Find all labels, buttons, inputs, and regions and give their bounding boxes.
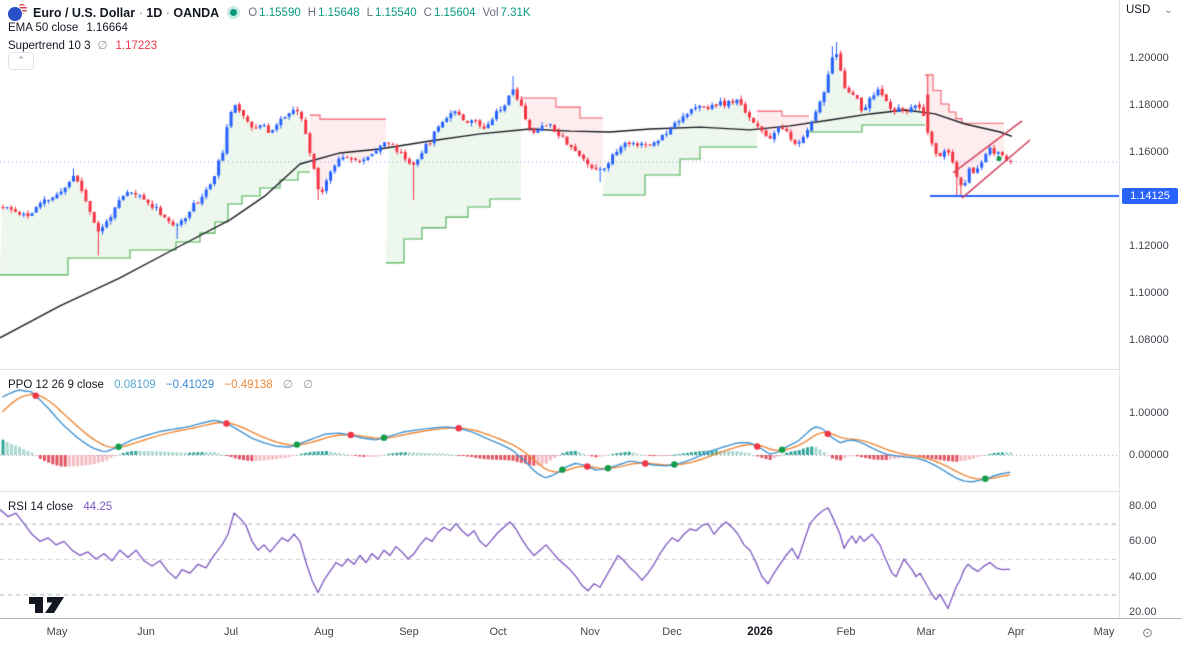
ema-legend-row[interactable]: EMA 50 close 1.16664 <box>8 22 128 34</box>
currency-selector[interactable]: USD ⌄ <box>1126 4 1173 16</box>
rsi-label: RSI 14 close <box>8 501 73 513</box>
price-axis[interactable]: 1.20000 1.18000 1.16000 1.12000 1.10000 1.080… <box>1119 0 1182 618</box>
tradingview-logo[interactable] <box>28 594 74 621</box>
low-value: 1.15540 <box>375 7 417 19</box>
price-axis-label: 1.18000 <box>1129 99 1169 112</box>
rsi-axis-label: 80.00 <box>1129 500 1157 513</box>
collapse-legend-button[interactable]: ⌃ <box>8 52 34 70</box>
price-axis-label: 1.20000 <box>1129 52 1169 65</box>
currency-label: USD <box>1126 4 1150 16</box>
currency-pair-icon <box>8 4 27 21</box>
price-axis-label: 1.10000 <box>1129 287 1169 300</box>
rsi-axis-label: 40.00 <box>1129 571 1157 584</box>
month-label: Mar <box>917 626 936 638</box>
open-value: 1.15590 <box>259 7 301 19</box>
rsi-legend-row[interactable]: RSI 14 close 44.25 <box>8 501 112 513</box>
ppo-axis-label: 1.00000 <box>1129 407 1169 420</box>
ppo-label: PPO 12 26 9 close <box>8 379 104 391</box>
ohlc-values: O1.15590 H1.15648 L1.15540 C1.15604 Vol7… <box>248 7 535 19</box>
symbol-title[interactable]: Euro / U.S. Dollar · 1D · OANDA <box>33 6 219 20</box>
supertrend-label: Supertrend 10 3 <box>8 40 90 52</box>
ppo-axis-label: 0.00000 <box>1129 449 1169 462</box>
month-label: Nov <box>580 626 600 638</box>
empty-value-icon: ∅ <box>283 379 293 391</box>
supertrend-legend-row[interactable]: Supertrend 10 3 ∅ 1.17223 <box>8 38 157 52</box>
close-value: 1.15604 <box>434 7 476 19</box>
empty-value-icon: ∅ <box>303 379 313 391</box>
month-label: Jun <box>137 626 155 638</box>
month-label: Aug <box>314 626 334 638</box>
ppo-legend-row[interactable]: PPO 12 26 9 close 0.08109 −0.41029 −0.49… <box>8 377 313 391</box>
volume-value: 7.31K <box>501 7 531 19</box>
price-axis-label: 1.08000 <box>1129 334 1169 347</box>
pane-separator[interactable] <box>0 491 1182 492</box>
ppo-hist-value: 0.08109 <box>114 379 156 391</box>
month-label: Jul <box>224 626 238 638</box>
price-axis-active-label: 1.14125 <box>1122 188 1178 204</box>
month-label: Sep <box>399 626 419 638</box>
symbol-legend[interactable]: Euro / U.S. Dollar · 1D · OANDA O1.15590… <box>8 4 536 21</box>
chevron-up-icon: ⌃ <box>17 55 25 65</box>
rsi-value: 44.25 <box>83 501 112 513</box>
tradingview-logo-icon <box>28 594 74 616</box>
ema-value: 1.16664 <box>86 22 128 34</box>
high-value: 1.15648 <box>318 7 360 19</box>
ema-label: EMA 50 close <box>8 22 78 34</box>
chevron-down-icon: ⌄ <box>1164 5 1172 16</box>
supertrend-value: 1.17223 <box>116 40 158 52</box>
price-axis-label: 1.16000 <box>1129 146 1169 159</box>
timezone-settings-icon[interactable]: ⊙ <box>1142 625 1153 641</box>
year-label: 2026 <box>747 626 773 638</box>
trading-chart-window: Euro / U.S. Dollar · 1D · OANDA O1.15590… <box>0 0 1182 648</box>
time-axis[interactable]: May Jun Jul Aug Sep Oct Nov Dec 2026 Feb Mar Apr May… <box>0 618 1182 648</box>
month-label: Apr <box>1007 626 1024 638</box>
ppo-line-value: −0.41029 <box>166 379 214 391</box>
chart-canvas[interactable] <box>0 0 1119 618</box>
price-axis-label: 1.12000 <box>1129 240 1169 253</box>
empty-value-icon: ∅ <box>97 40 107 52</box>
month-label: Dec <box>662 626 682 638</box>
month-label: Feb <box>837 626 856 638</box>
rsi-axis-label: 60.00 <box>1129 535 1157 548</box>
pane-separator[interactable] <box>0 369 1182 370</box>
ppo-signal-value: −0.49138 <box>224 379 272 391</box>
month-label: May <box>1094 626 1115 638</box>
month-label: May <box>47 626 68 638</box>
market-status-icon[interactable] <box>230 9 237 16</box>
month-label: Oct <box>489 626 506 638</box>
